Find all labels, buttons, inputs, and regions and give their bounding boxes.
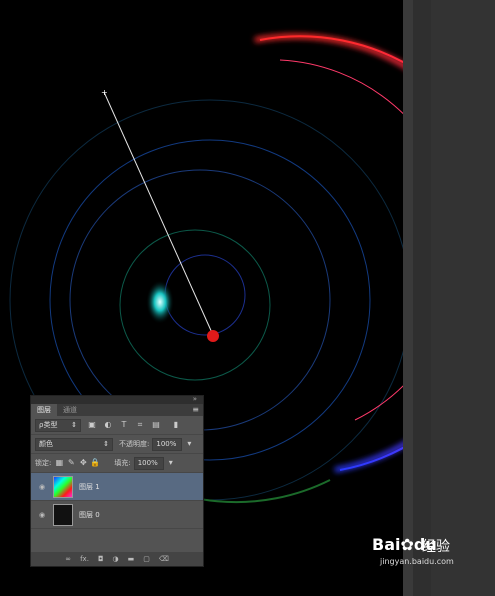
panel-dock (431, 0, 495, 596)
blend-row: 颜色 ⇕ 不透明度: 100% ▾ (31, 435, 203, 454)
lock-move-icon[interactable]: ✥ (78, 458, 88, 468)
adjustment-icon[interactable]: ◑ (112, 555, 118, 563)
lock-paint-icon[interactable]: ✎ (66, 458, 76, 468)
scrollbar[interactable] (413, 0, 431, 596)
fill-dropdown-icon[interactable]: ▾ (166, 458, 176, 468)
mask-icon[interactable]: ◘ (98, 555, 104, 563)
lock-all-icon[interactable]: 🔒 (90, 458, 100, 468)
type-filter-icon[interactable]: T (119, 420, 129, 430)
adjustment-filter-icon[interactable]: ◐ (103, 420, 113, 430)
lock-label: 锁定: (35, 459, 52, 467)
layer-name[interactable]: 图层 0 (79, 510, 100, 520)
tab-layers[interactable]: 图层 (31, 404, 57, 416)
layer-name[interactable]: 图层 1 (79, 482, 100, 492)
lock-transparent-icon[interactable]: ▦ (54, 458, 64, 468)
layer-thumbnail (53, 503, 73, 526)
workspace-right-panel (403, 0, 495, 596)
chevron-down-icon: ⇕ (103, 439, 109, 448)
opacity-field[interactable]: 100% (152, 437, 183, 451)
panel-tabs: 图层 通道 ≡ (31, 404, 203, 416)
panel-titlebar[interactable]: » (31, 395, 203, 404)
paw-icon: ✿ (400, 535, 414, 554)
panel-bottom-toolbar: ∞ fx. ◘ ◑ ▬ ▢ ⌫ (31, 552, 203, 566)
folder-icon[interactable]: ▬ (128, 555, 135, 563)
filter-kind-label: ρ类型 (39, 420, 58, 429)
blend-mode-select[interactable]: 颜色 ⇕ (35, 437, 113, 451)
link-icon[interactable]: ∞ (65, 555, 71, 563)
eye-icon[interactable]: ◉ (35, 483, 49, 491)
smart-filter-icon[interactable]: ▤ (151, 420, 161, 430)
filter-row: ρ类型 ⇕ ▣ ◐ T ⌗ ▤ ▮ (31, 416, 203, 435)
svg-text:+: + (101, 88, 108, 97)
filter-kind-select[interactable]: ρ类型 ⇕ (35, 418, 81, 432)
eye-icon[interactable]: ◉ (35, 511, 49, 519)
blend-mode-label: 颜色 (39, 439, 53, 448)
layer-row[interactable]: ◉ 图层 0 (31, 501, 203, 529)
fill-label: 填充: (114, 459, 131, 467)
layers-panel: » 图层 通道 ≡ ρ类型 ⇕ ▣ ◐ T ⌗ ▤ ▮ 颜色 ⇕ 不透明度: 1… (30, 395, 204, 567)
panel-menu-icon[interactable]: ≡ (192, 404, 199, 416)
watermark: Bai✿du 经验 jingyan.baidu.com (372, 535, 492, 593)
collapse-icon[interactable]: » (193, 395, 197, 403)
opacity-label: 不透明度: (119, 440, 150, 448)
new-layer-icon[interactable]: ▢ (143, 555, 150, 563)
lock-row: 锁定: ▦ ✎ ✥ 🔒 填充: 100% ▾ (31, 454, 203, 473)
trash-icon[interactable]: ⌫ (159, 555, 169, 563)
filter-toggle-icon[interactable]: ▮ (171, 420, 181, 430)
fill-field[interactable]: 100% (133, 456, 164, 470)
fx-icon[interactable]: fx. (80, 555, 89, 563)
image-filter-icon[interactable]: ▣ (87, 420, 97, 430)
opacity-dropdown-icon[interactable]: ▾ (184, 439, 194, 449)
watermark-url: jingyan.baidu.com (380, 557, 454, 566)
watermark-cn: 经验 (422, 539, 450, 555)
tab-channels[interactable]: 通道 (57, 404, 83, 416)
shape-filter-icon[interactable]: ⌗ (135, 420, 145, 430)
layer-row[interactable]: ◉ 图层 1 (31, 473, 203, 501)
chevron-down-icon: ⇕ (71, 420, 77, 429)
layer-thumbnail (53, 475, 73, 498)
